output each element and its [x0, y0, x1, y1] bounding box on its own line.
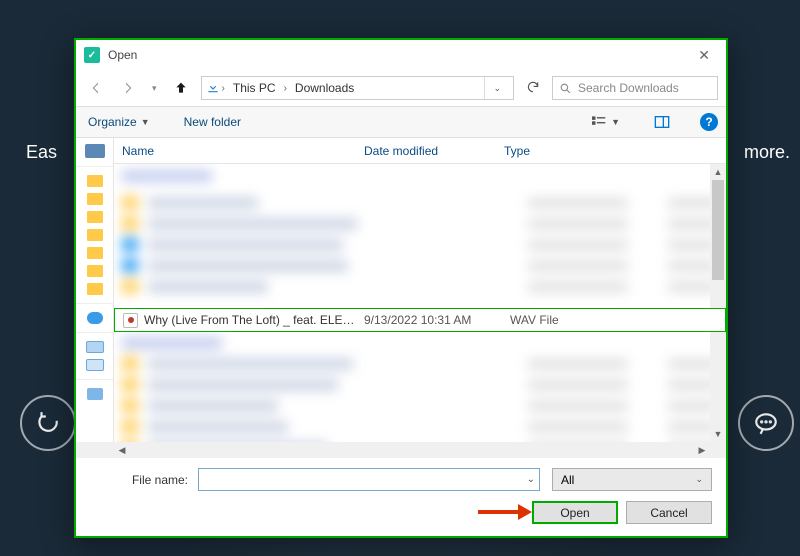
annotation-arrow: [478, 504, 532, 520]
folder-icon[interactable]: [87, 247, 103, 259]
nav-sidebar[interactable]: [76, 138, 114, 442]
new-folder-button[interactable]: New folder: [180, 111, 245, 133]
titlebar: Open ✕: [76, 40, 726, 70]
column-headers: Name Date modified ⌃ Type: [114, 138, 726, 164]
dialog-footer: File name: ⌄ All ⌄ Open Cancel: [76, 458, 726, 536]
file-list: Name Date modified ⌃ Type: [114, 138, 726, 442]
chevron-down-icon: ▼: [141, 117, 150, 127]
recent-dropdown-icon[interactable]: ▾: [148, 79, 161, 98]
column-name[interactable]: Name: [114, 138, 356, 163]
folder-icon[interactable]: [87, 265, 103, 277]
chevron-down-icon[interactable]: ⌄: [521, 474, 535, 485]
scroll-right-icon[interactable]: ▶: [694, 442, 710, 458]
chevron-right-icon: ›: [222, 83, 225, 94]
scroll-up-icon[interactable]: ▲: [710, 164, 726, 180]
cancel-button[interactable]: Cancel: [626, 501, 712, 524]
breadcrumb-root[interactable]: This PC: [227, 79, 282, 97]
drive-icon[interactable]: [86, 359, 104, 371]
folder-icon[interactable]: [87, 283, 103, 295]
search-input[interactable]: Search Downloads: [552, 76, 718, 100]
file-filter-select[interactable]: All ⌄: [552, 468, 712, 491]
chat-icon[interactable]: [738, 395, 794, 451]
refresh-button[interactable]: [522, 76, 544, 101]
nav-row: ▾ › This PC › Downloads ⌄ Search Downloa…: [76, 70, 726, 106]
app-icon: [84, 47, 100, 63]
background-text-left: Eas: [26, 142, 57, 163]
onedrive-icon[interactable]: [87, 312, 103, 324]
background-text-right: more.: [744, 142, 790, 163]
column-type[interactable]: ⌃ Type: [496, 138, 726, 163]
audio-file-icon: [123, 313, 138, 328]
chevron-right-icon: ›: [284, 83, 287, 94]
forward-button: [116, 76, 140, 100]
network-icon[interactable]: [87, 388, 103, 400]
sort-indicator-icon: ⌃: [607, 138, 614, 141]
folder-icon[interactable]: [87, 193, 103, 205]
file-name-input[interactable]: ⌄: [198, 468, 540, 491]
preview-pane-button[interactable]: [650, 113, 674, 131]
quick-access-icon[interactable]: [85, 144, 105, 158]
selected-file-row[interactable]: Why (Live From The Loft) _ feat. ELEVATI…: [114, 308, 726, 332]
column-date[interactable]: Date modified: [356, 138, 496, 163]
rewind-icon[interactable]: [20, 395, 76, 451]
breadcrumb[interactable]: › This PC › Downloads ⌄: [201, 76, 514, 100]
this-pc-icon[interactable]: [86, 341, 104, 353]
chevron-down-icon: ⌄: [695, 474, 703, 485]
downloads-folder-icon: [206, 80, 220, 97]
file-name: Why (Live From The Loft) _ feat. ELEVATI…: [144, 313, 358, 327]
search-placeholder: Search Downloads: [578, 81, 679, 95]
chevron-down-icon: ▼: [611, 117, 620, 127]
scroll-down-icon[interactable]: ▼: [710, 426, 726, 442]
blurred-file-rows: [114, 164, 726, 442]
horizontal-scrollbar[interactable]: ◀ ▶: [76, 442, 726, 458]
breadcrumb-folder[interactable]: Downloads: [289, 79, 360, 97]
toolbar: Organize▼ New folder ▼ ?: [76, 106, 726, 138]
view-mode-button[interactable]: ▼: [586, 113, 624, 131]
file-type: WAV File: [510, 313, 717, 327]
scroll-left-icon[interactable]: ◀: [114, 442, 130, 458]
open-button[interactable]: Open: [532, 501, 618, 524]
close-icon[interactable]: ✕: [690, 43, 718, 68]
dialog-title: Open: [108, 48, 690, 62]
back-button[interactable]: [84, 76, 108, 100]
help-button[interactable]: ?: [700, 113, 718, 131]
breadcrumb-dropdown[interactable]: ⌄: [484, 77, 509, 99]
file-name-label: File name:: [90, 473, 198, 487]
up-button[interactable]: [169, 76, 193, 100]
organize-menu[interactable]: Organize▼: [84, 111, 154, 133]
search-icon: [559, 82, 572, 95]
scrollbar-thumb[interactable]: [712, 180, 724, 280]
folder-icon[interactable]: [87, 211, 103, 223]
vertical-scrollbar[interactable]: ▲ ▼: [710, 164, 726, 442]
file-date: 9/13/2022 10:31 AM: [364, 313, 504, 327]
folder-icon[interactable]: [87, 229, 103, 241]
file-open-dialog: Open ✕ ▾ › This PC › Downloads ⌄ Search …: [74, 38, 728, 538]
folder-icon[interactable]: [87, 175, 103, 187]
